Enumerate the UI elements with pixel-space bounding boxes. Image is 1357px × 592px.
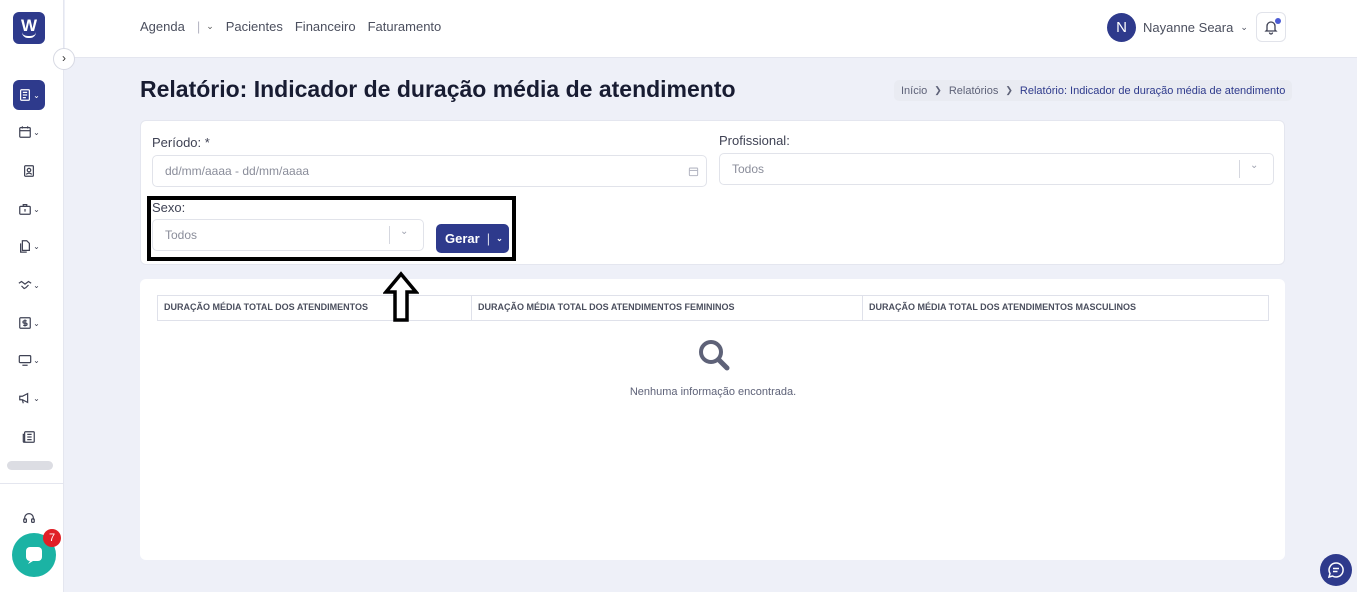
calendar-icon <box>688 167 699 177</box>
top-bar: Agenda | ⌄ Pacientes Financeiro Faturame… <box>65 0 1357 58</box>
chat-badge: 7 <box>43 529 61 547</box>
gerar-label: Gerar <box>445 231 480 246</box>
sidebar-item-finance[interactable]: ⌄ <box>13 308 45 338</box>
chevron-right-icon: ❯ <box>1005 85 1013 95</box>
chevron-down-icon: ⌄ <box>33 280 40 290</box>
headset-icon <box>23 513 35 523</box>
profissional-select[interactable]: Todos ⌄ <box>719 153 1274 185</box>
nav-faturamento[interactable]: Faturamento <box>368 19 442 34</box>
sidebar-item-partners[interactable]: ⌄ <box>13 270 45 300</box>
documents-icon <box>20 240 31 253</box>
sidebar-item-documents[interactable]: ⌄ <box>13 231 45 261</box>
sidebar-item-patients[interactable] <box>13 156 45 186</box>
news-icon <box>22 431 35 443</box>
column-header: DURAÇÃO MÉDIA TOTAL DOS ATENDIMENTOS FEM… <box>472 296 863 320</box>
breadcrumb-reports[interactable]: Relatórios <box>949 85 999 97</box>
sidebar-item-monitor[interactable]: ⌄ <box>13 345 45 375</box>
chevron-right-icon: ❯ <box>934 85 942 95</box>
profissional-value: Todos <box>732 162 765 176</box>
chevron-down-icon: ⌄ <box>33 318 40 328</box>
nav-pacientes[interactable]: Pacientes <box>226 19 283 34</box>
sexo-select[interactable]: Todos ⌄ <box>152 219 424 251</box>
sidebar-item-marketing[interactable]: ⌄ <box>13 383 45 413</box>
nav-agenda[interactable]: Agenda <box>140 19 185 34</box>
app-logo[interactable]: W <box>13 12 45 44</box>
chevron-right-icon: › <box>62 51 66 65</box>
chevron-down-icon: ⌄ <box>33 127 40 137</box>
results-card <box>140 279 1285 560</box>
button-separator: | <box>486 231 491 246</box>
chevron-down-icon: ⌄ <box>1250 160 1259 171</box>
monitor-icon <box>18 355 32 366</box>
floating-chat-button[interactable] <box>1320 554 1352 586</box>
chevron-down-icon: ⌄ <box>33 204 40 214</box>
sidebar-item-agenda[interactable]: ⌄ <box>13 117 45 147</box>
avatar: N <box>1107 13 1136 42</box>
sidebar-item-support[interactable] <box>13 503 45 533</box>
column-header: DURAÇÃO MÉDIA TOTAL DOS ATENDIMENTOS MAS… <box>869 302 1137 312</box>
chevron-down-icon[interactable]: ⌄ <box>496 234 503 243</box>
chevron-down-icon: ⌄ <box>33 355 40 365</box>
breadcrumb-home[interactable]: Início <box>901 85 927 97</box>
empty-state-message: Nenhuma informação encontrada. <box>629 386 797 398</box>
gerar-button[interactable]: Gerar | ⌄ <box>436 224 509 253</box>
nav-financeiro[interactable]: Financeiro <box>295 19 356 34</box>
select-separator <box>1239 160 1240 178</box>
search-icon <box>699 340 730 371</box>
chevron-down-icon[interactable]: ⌄ <box>206 21 214 32</box>
table-header: DURAÇÃO MÉDIA TOTAL DOS ATENDIMENTOS DUR… <box>157 295 1269 321</box>
chevron-down-icon: ⌄ <box>33 241 40 251</box>
notifications-button[interactable] <box>1256 12 1286 42</box>
breadcrumb-current: Relatório: Indicador de duração média de… <box>1019 84 1286 97</box>
megaphone-icon <box>19 392 29 404</box>
profissional-label: Profissional: <box>719 133 790 148</box>
patient-badge-icon <box>24 165 34 177</box>
calendar-icon <box>19 126 32 138</box>
message-icon <box>1327 562 1344 579</box>
handshake-icon <box>18 280 32 290</box>
sidebar-divider <box>0 483 64 484</box>
chevron-down-icon: ⌄ <box>400 226 409 237</box>
briefcase-icon <box>19 204 32 215</box>
periodo-date-range-input[interactable]: dd/mm/aaaa - dd/mm/aaaa <box>152 155 707 187</box>
user-menu[interactable]: N Nayanne Seara ⌄ <box>1107 13 1248 42</box>
sidebar-item-services[interactable]: ⌄ <box>13 194 45 224</box>
chevron-down-icon: ⌄ <box>33 90 40 100</box>
nav-separator: | <box>196 19 201 34</box>
page-title: Relatório: Indicador de duração média de… <box>140 76 736 102</box>
sexo-label: Sexo: <box>152 200 186 215</box>
column-header: DURAÇÃO MÉDIA TOTAL DOS ATENDIMENTOS <box>158 296 472 320</box>
sexo-value: Todos <box>165 228 198 242</box>
user-name: Nayanne Seara <box>1143 20 1234 35</box>
sidebar-scrollbar[interactable] <box>7 461 53 470</box>
periodo-placeholder: dd/mm/aaaa - dd/mm/aaaa <box>165 164 310 178</box>
finance-icon <box>19 317 32 329</box>
breadcrumb: Início ❯ Relatórios ❯ Relatório: Indicad… <box>894 80 1293 101</box>
top-nav: Agenda | ⌄ Pacientes Financeiro Faturame… <box>140 19 453 34</box>
select-separator <box>389 226 390 244</box>
chat-icon <box>26 547 42 564</box>
sidebar-item-news[interactable] <box>13 422 45 452</box>
sidebar: W ⌄ ⌄ ⌄ ⌄ ⌄ ⌄ ⌄ ⌄ 7 <box>0 0 64 592</box>
sidebar-toggle-button[interactable]: › <box>53 48 75 70</box>
chevron-down-icon: ⌄ <box>1240 22 1248 32</box>
periodo-label: Período: * <box>152 135 210 150</box>
chevron-down-icon: ⌄ <box>33 393 40 403</box>
notification-dot <box>1275 18 1281 24</box>
sidebar-item-reports[interactable]: ⌄ <box>13 80 45 110</box>
report-icon <box>20 89 31 101</box>
arrow-up-icon <box>383 271 419 322</box>
